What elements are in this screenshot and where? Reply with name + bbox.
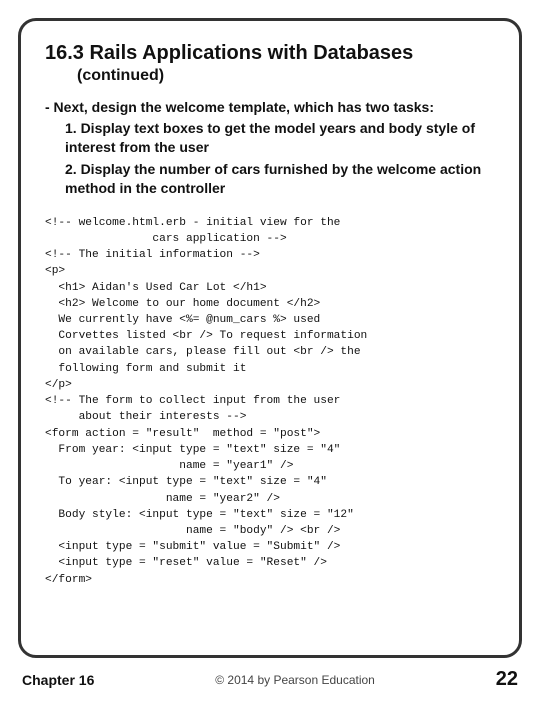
bullet-section: - Next, design the welcome template, whi… — [45, 99, 495, 201]
slide-container: 16.3 Rails Applications with Databases (… — [18, 18, 522, 658]
footer: Chapter 16 © 2014 by Pearson Education 2… — [18, 668, 522, 691]
code-block: <!-- welcome.html.erb - initial view for… — [45, 215, 495, 637]
slide-title: 16.3 Rails Applications with Databases — [45, 41, 495, 65]
bullet-item-2: 2. Display the number of cars furnished … — [65, 160, 495, 198]
slide-subtitle: (continued) — [77, 67, 495, 85]
footer-page: 22 — [496, 668, 518, 691]
footer-copyright: © 2014 by Pearson Education — [215, 673, 375, 687]
bullet-item-1: 1. Display text boxes to get the model y… — [65, 119, 495, 157]
bullet-main: - Next, design the welcome template, whi… — [45, 99, 495, 115]
footer-chapter: Chapter 16 — [22, 672, 94, 688]
